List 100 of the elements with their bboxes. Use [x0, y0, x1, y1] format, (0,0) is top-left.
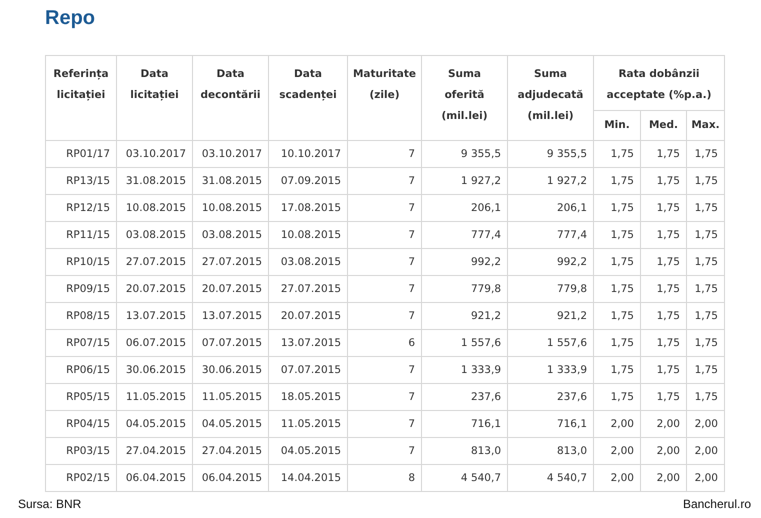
table-cell: 1,75: [594, 140, 640, 168]
table-cell: 7: [348, 168, 422, 194]
table-cell: 03.10.2017: [116, 140, 192, 168]
table-cell: 8: [348, 464, 422, 492]
table-cell: 10.08.2015: [116, 194, 192, 222]
table-cell: 779,8: [422, 276, 508, 302]
table-cell: 2,00: [640, 410, 686, 438]
table-cell: RP11/15: [46, 222, 116, 248]
table-cell: 14.04.2015: [268, 464, 348, 492]
table-cell: 13.07.2015: [192, 302, 268, 330]
table-cell: 18.05.2015: [268, 384, 348, 410]
table-cell: 921,2: [508, 302, 594, 330]
table-cell: 1,75: [640, 330, 686, 356]
table-cell: 07.09.2015: [268, 168, 348, 194]
table-cell: 7: [348, 276, 422, 302]
table-cell: 777,4: [422, 222, 508, 248]
table-cell: 779,8: [508, 276, 594, 302]
table-cell: 27.07.2015: [116, 248, 192, 276]
table-cell: 1 333,9: [422, 356, 508, 384]
table-cell: 2,00: [594, 438, 640, 464]
table-cell: 1,75: [640, 168, 686, 194]
table-cell: 17.08.2015: [268, 194, 348, 222]
table-cell: 1,75: [686, 330, 724, 356]
column-header: Max.: [686, 110, 724, 140]
table-cell: 1,75: [686, 168, 724, 194]
table-cell: 1,75: [640, 222, 686, 248]
table-cell: 10.08.2015: [268, 222, 348, 248]
table-cell: 30.06.2015: [192, 356, 268, 384]
table-cell: 1,75: [594, 302, 640, 330]
table-cell: RP03/15: [46, 438, 116, 464]
table-cell: 1 557,6: [508, 330, 594, 356]
table-cell: RP06/15: [46, 356, 116, 384]
table-cell: 6: [348, 330, 422, 356]
table-cell: RP04/15: [46, 410, 116, 438]
table-cell: 1,75: [640, 248, 686, 276]
table-cell: 1,75: [686, 248, 724, 276]
table-cell: RP13/15: [46, 168, 116, 194]
column-header: Med.: [640, 110, 686, 140]
table-cell: 2,00: [686, 464, 724, 492]
table-cell: RP07/15: [46, 330, 116, 356]
table-cell: 13.07.2015: [116, 302, 192, 330]
table-cell: 04.05.2015: [116, 410, 192, 438]
table-cell: 1,75: [686, 356, 724, 384]
table-cell: 777,4: [508, 222, 594, 248]
table-cell: 206,1: [508, 194, 594, 222]
table-cell: 4 540,7: [422, 464, 508, 492]
table-cell: 2,00: [686, 410, 724, 438]
table-cell: RP02/15: [46, 464, 116, 492]
column-header: Data scadenței: [268, 56, 348, 140]
table-cell: 1,75: [640, 276, 686, 302]
table-cell: 06.04.2015: [116, 464, 192, 492]
table-cell: 237,6: [508, 384, 594, 410]
table-cell: RP12/15: [46, 194, 116, 222]
table-cell: 1,75: [640, 356, 686, 384]
table-cell: RP10/15: [46, 248, 116, 276]
table-cell: 11.05.2015: [192, 384, 268, 410]
table-cell: 03.08.2015: [268, 248, 348, 276]
table-cell: 992,2: [508, 248, 594, 276]
site-name: Bancherul.ro: [682, 497, 751, 511]
table-cell: 1,75: [686, 276, 724, 302]
table-cell: 04.05.2015: [268, 438, 348, 464]
column-header: Data decontării: [192, 56, 268, 140]
table-cell: RP01/17: [46, 140, 116, 168]
table-cell: 1,75: [686, 194, 724, 222]
table-cell: 2,00: [640, 464, 686, 492]
table-cell: 7: [348, 384, 422, 410]
table-cell: 2,00: [640, 438, 686, 464]
table-cell: 237,6: [422, 384, 508, 410]
table-cell: 30.06.2015: [116, 356, 192, 384]
table-cell: 813,0: [508, 438, 594, 464]
table-cell: 1,75: [640, 194, 686, 222]
table-cell: 11.05.2015: [116, 384, 192, 410]
table-cell: RP05/15: [46, 384, 116, 410]
column-header: Suma oferită (mil.lei): [422, 56, 508, 140]
table-cell: 206,1: [422, 194, 508, 222]
table-cell: 716,1: [508, 410, 594, 438]
table-cell: 27.04.2015: [192, 438, 268, 464]
table-cell: 1,75: [594, 356, 640, 384]
table-cell: 7: [348, 438, 422, 464]
table-cell: 1,75: [594, 248, 640, 276]
table-cell: 2,00: [686, 438, 724, 464]
table-cell: 1 557,6: [422, 330, 508, 356]
table-cell: 20.07.2015: [116, 276, 192, 302]
table-cell: 1,75: [594, 168, 640, 194]
column-header: Referința licitației: [46, 56, 116, 140]
table-cell: 27.04.2015: [116, 438, 192, 464]
table-cell: 7: [348, 222, 422, 248]
table-cell: 1,75: [640, 384, 686, 410]
table-cell: 03.08.2015: [192, 222, 268, 248]
column-header: Data licitației: [116, 56, 192, 140]
table-cell: 4 540,7: [508, 464, 594, 492]
table-cell: 1,75: [594, 330, 640, 356]
table-cell: 1,75: [640, 140, 686, 168]
table-cell: 1,75: [640, 302, 686, 330]
table-cell: 7: [348, 140, 422, 168]
table-cell: 27.07.2015: [192, 248, 268, 276]
table-cell: RP09/15: [46, 276, 116, 302]
table-cell: 992,2: [422, 248, 508, 276]
table-cell: 06.07.2015: [116, 330, 192, 356]
table-cell: 7: [348, 194, 422, 222]
